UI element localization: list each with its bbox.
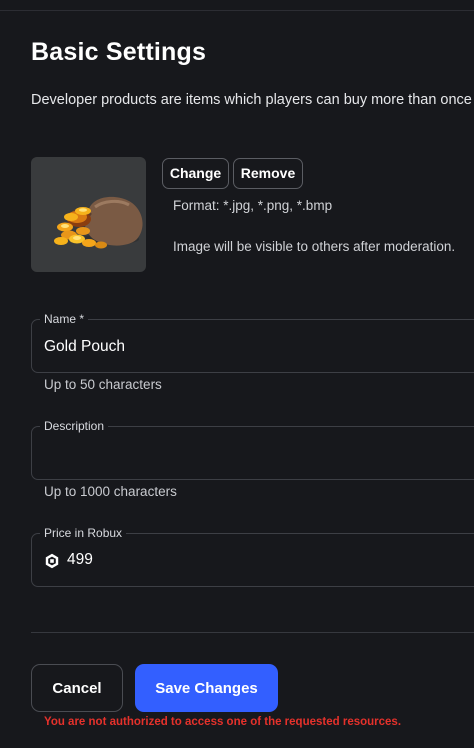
page-title: Basic Settings — [31, 38, 207, 66]
price-field-value[interactable]: 499 — [67, 551, 93, 569]
image-moderation-hint: Image will be visible to others after mo… — [173, 239, 456, 254]
description-field-label: Description — [40, 419, 109, 433]
change-image-button[interactable]: Change — [162, 158, 229, 189]
section-divider — [31, 632, 474, 633]
image-format-hint: Format: *.jpg, *.png, *.bmp — [173, 198, 333, 213]
save-changes-button[interactable]: Save Changes — [135, 664, 278, 712]
description-field[interactable]: Description — [31, 419, 474, 480]
description-helper-text: Up to 1000 characters — [44, 484, 177, 499]
name-field-value[interactable]: Gold Pouch — [44, 338, 125, 356]
cancel-button[interactable]: Cancel — [31, 664, 123, 712]
gold-pouch-icon — [54, 196, 143, 249]
page-description: Developer products are items which playe… — [31, 92, 472, 108]
remove-image-button[interactable]: Remove — [233, 158, 303, 189]
name-helper-text: Up to 50 characters — [44, 377, 162, 392]
price-field[interactable]: Price in Robux 499 — [31, 526, 474, 587]
robux-icon — [45, 553, 59, 569]
name-field-label: Name * — [40, 312, 89, 326]
top-divider — [0, 10, 474, 11]
price-field-label: Price in Robux — [40, 526, 127, 540]
product-thumbnail — [31, 157, 146, 272]
name-field[interactable]: Name * Gold Pouch — [31, 312, 474, 373]
error-message: You are not authorized to access one of … — [44, 716, 402, 728]
